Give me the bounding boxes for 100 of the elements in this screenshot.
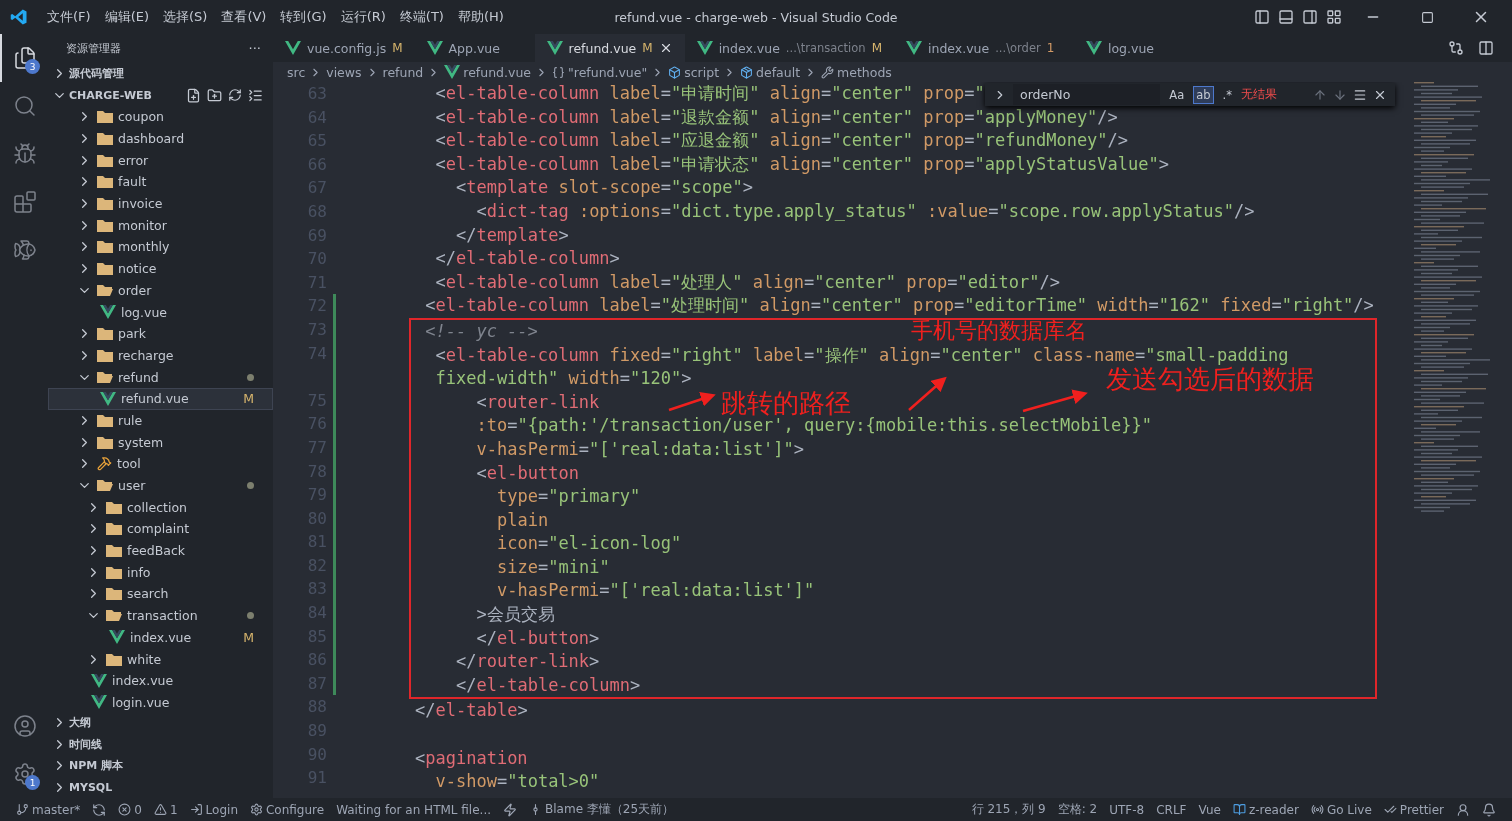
secondary-sidebar-icon[interactable]: [1302, 9, 1318, 25]
file-item[interactable]: refund.vue M: [48, 387, 273, 410]
status-item[interactable]: Prettier: [1377, 802, 1450, 817]
collapse-icon[interactable]: [248, 87, 263, 103]
menu-item[interactable]: 转到(G): [273, 8, 334, 26]
more-actions[interactable]: ···: [248, 40, 261, 56]
folder-item[interactable]: search: [48, 583, 273, 605]
folder-item[interactable]: user: [48, 474, 273, 497]
menu-item[interactable]: 帮助(H): [450, 8, 511, 26]
menu-item[interactable]: 运行(R): [333, 8, 393, 26]
folder-icon: [97, 153, 113, 167]
folder-item[interactable]: recharge: [48, 344, 273, 367]
file-item[interactable]: index.vue: [48, 669, 273, 692]
new-file-icon[interactable]: [186, 87, 201, 103]
section-header[interactable]: 源代码管理: [48, 62, 273, 84]
folder-item[interactable]: white: [48, 648, 273, 670]
folder-item[interactable]: park: [48, 322, 273, 345]
compare-icon[interactable]: [1448, 40, 1464, 56]
menu-item[interactable]: 查看(V): [214, 8, 274, 26]
folder-item[interactable]: monthly: [48, 236, 273, 258]
status-item[interactable]: Vue: [1192, 802, 1227, 817]
status-item[interactable]: Waiting for an HTML file...: [330, 802, 498, 817]
folder-item[interactable]: notice: [48, 257, 273, 280]
window-title: refund.vue - charge-web - Visual Studio Code: [614, 9, 898, 25]
sidebar-toggle-icon[interactable]: [1254, 9, 1270, 25]
module-icon: [740, 65, 754, 79]
breadcrumb-item[interactable]: script: [668, 64, 720, 80]
folder-item[interactable]: order: [48, 279, 273, 302]
folder-item[interactable]: transaction: [48, 604, 273, 627]
status-item[interactable]: 行 215，列 9: [965, 801, 1052, 818]
folder-icon: [97, 132, 113, 146]
folder-item[interactable]: tool: [48, 453, 273, 475]
status-item[interactable]: Configure: [244, 802, 331, 817]
code-line: v-show="total>0": [434, 770, 600, 794]
folder-item[interactable]: dashboard: [48, 127, 273, 150]
find-option[interactable]: ab: [1193, 85, 1214, 104]
status-item[interactable]: Go Live: [1304, 802, 1378, 817]
breadcrumb-item[interactable]: views: [326, 64, 362, 80]
activity-tab[interactable]: 1: [0, 750, 48, 798]
section-header[interactable]: 大纲: [48, 711, 273, 734]
editor-tab[interactable]: refund.vue M: [534, 34, 685, 62]
layout-icon[interactable]: [1326, 9, 1342, 25]
status-item[interactable]: master*: [10, 802, 87, 817]
menu-item[interactable]: 编辑(E): [97, 8, 156, 26]
refresh-icon[interactable]: [228, 87, 242, 102]
file-item[interactable]: login.vue: [48, 691, 273, 712]
warning-icon: [153, 803, 167, 816]
breadcrumb-item[interactable]: refund: [382, 64, 424, 80]
breadcrumb-item[interactable]: default: [740, 64, 801, 80]
find-option[interactable]: .*: [1219, 85, 1235, 104]
breadcrumb-item[interactable]: refund.vue: [444, 64, 531, 80]
section-header[interactable]: NPM 脚本: [48, 754, 273, 777]
panel-toggle-icon[interactable]: [1278, 9, 1294, 25]
folder-item[interactable]: refund: [48, 366, 273, 388]
status-item[interactable]: CRLF: [1150, 802, 1193, 817]
section-header[interactable]: MYSQL: [48, 776, 273, 798]
new-folder-icon[interactable]: [207, 87, 222, 103]
error-icon: [118, 803, 132, 816]
code-line: <el-table-column label="退款金额" align="center" prop="applyMoney"/>: [434, 105, 1118, 129]
breadcrumb-item[interactable]: src: [287, 64, 306, 80]
folder-item[interactable]: system: [48, 431, 273, 453]
code-line: v-hasPermi="['real:data:list']">: [475, 437, 805, 461]
search-icon: [13, 94, 37, 118]
code-line: <el-table-column label="申请状态" align="center" prop="applyStatusValue">: [434, 152, 1169, 176]
breadcrumb-item[interactable]: "refund.vue": [552, 64, 648, 80]
folder-item[interactable]: error: [48, 149, 273, 172]
find-option[interactable]: Aa: [1166, 85, 1188, 104]
arrow-up-icon[interactable]: [1313, 87, 1327, 102]
menu-item[interactable]: 终端(T): [392, 8, 451, 26]
status-item[interactable]: 0: [112, 802, 148, 817]
folder-item[interactable]: invoice: [48, 192, 273, 215]
count-badge: 3: [25, 59, 40, 74]
folder-item[interactable]: fault: [48, 171, 273, 193]
menu-item[interactable]: 选择(S): [156, 8, 215, 26]
find-field[interactable]: orderNo: [1013, 84, 1161, 105]
folder-icon: [97, 218, 113, 232]
find-input[interactable]: orderNo: [1018, 86, 1156, 103]
section-header[interactable]: CHARGE-WEB: [48, 84, 273, 106]
folder-item[interactable]: info: [48, 561, 273, 584]
status-item[interactable]: 1: [147, 802, 184, 817]
folder-item[interactable]: complaint: [48, 518, 273, 540]
status-item[interactable]: z-reader: [1226, 802, 1305, 817]
folder-item[interactable]: feedBack: [48, 539, 273, 562]
status-item[interactable]: Blame 李懂（25天前）: [523, 801, 681, 818]
breadcrumb-item[interactable]: methods: [821, 64, 892, 80]
status-item[interactable]: UTF-8: [1103, 802, 1151, 817]
folder-item[interactable]: monitor: [48, 214, 273, 237]
status-item[interactable]: 空格: 2: [1051, 801, 1104, 818]
file-item[interactable]: index.vue M: [48, 626, 273, 649]
folder-item[interactable]: coupon: [48, 106, 273, 128]
folder-item[interactable]: rule: [48, 409, 273, 432]
arrow-down-icon[interactable]: [1333, 87, 1347, 102]
menu-item[interactable]: 文件(F): [40, 8, 98, 26]
split-editor-icon[interactable]: [1478, 40, 1494, 56]
status-item[interactable]: Login: [183, 802, 244, 817]
folder-item[interactable]: collection: [48, 496, 273, 519]
section-header[interactable]: 时间线: [48, 733, 273, 755]
folder-icon: [97, 370, 113, 384]
file-item[interactable]: log.vue: [48, 301, 273, 323]
menu-icon[interactable]: [1353, 87, 1367, 102]
